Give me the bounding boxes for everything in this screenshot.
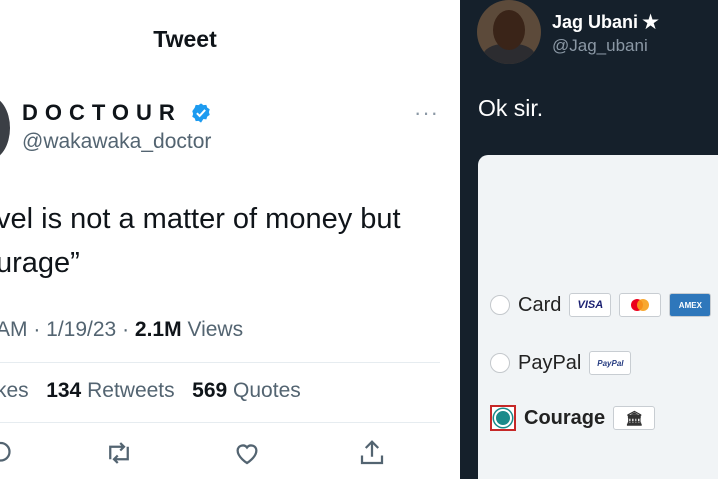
divider [0,422,440,423]
engagement-stats: kes 134 Retweets 569 Quotes [0,379,301,403]
retweet-icon[interactable] [104,438,136,470]
option-label: Card [518,293,562,316]
tweet-panel: Tweet DOCTOUR @wakawaka_doctor ··· vel i… [0,0,456,479]
payment-option-courage[interactable]: Courage 🏛 [490,405,656,431]
payment-options-card: Card VISA AMEX PayPal PayPal Courage 🏛 [478,155,718,479]
radio-button[interactable] [490,295,510,315]
views-label: Views [187,318,244,341]
likes-label[interactable]: kes [0,379,29,402]
divider [0,362,440,363]
payment-option-paypal[interactable]: PayPal PayPal [490,351,632,375]
page-title: Tweet [153,26,217,52]
quotes-label[interactable]: Quotes [233,379,301,402]
author-handle[interactable]: @wakawaka_doctor [22,130,211,154]
reply-author-name[interactable]: Jag Ubani ✭ [552,12,658,33]
tweet-text-line: urage” [0,247,80,279]
reply-text: Ok sir. [478,95,544,121]
tweet-text-line: vel is not a matter of money but [0,203,401,235]
tweet-date[interactable]: 1/19/23 [46,318,116,341]
retweets-count[interactable]: 134 [46,379,81,402]
author-name-row: DOCTOUR [22,100,212,126]
amex-icon: AMEX [669,293,712,317]
avatar[interactable] [0,96,10,160]
mastercard-icon [619,293,662,317]
reply-panel: Jag Ubani ✭ @Jag_ubani Ok sir. Card VISA… [460,0,718,479]
author-name[interactable]: DOCTOUR [22,100,182,126]
share-icon[interactable] [357,438,389,470]
views-count: 2.1M [134,318,182,341]
radio-button[interactable] [490,353,510,373]
option-label: PayPal [518,351,582,374]
tweet-meta: AM · 1/19/23 · 2.1M Views [0,318,243,342]
visa-icon: VISA [569,293,612,317]
like-icon[interactable] [232,438,264,470]
retweets-label[interactable]: Retweets [87,379,175,402]
tweet-time[interactable]: AM [0,318,28,341]
payment-option-card[interactable]: Card VISA AMEX [490,293,712,317]
reply-author-handle[interactable]: @Jag_ubani [552,36,648,56]
paypal-icon: PayPal [589,351,632,375]
verified-badge-icon [192,103,210,123]
radio-button-selected[interactable] [490,405,516,431]
reply-icon[interactable] [0,438,14,470]
quotes-count[interactable]: 569 [192,379,227,402]
avatar[interactable] [477,0,541,64]
tweet-text: vel is not a matter of money but urage” [0,197,456,285]
bank-icon: 🏛 [613,406,656,430]
option-label: Courage [524,406,606,429]
more-options-icon[interactable]: ··· [414,100,439,126]
